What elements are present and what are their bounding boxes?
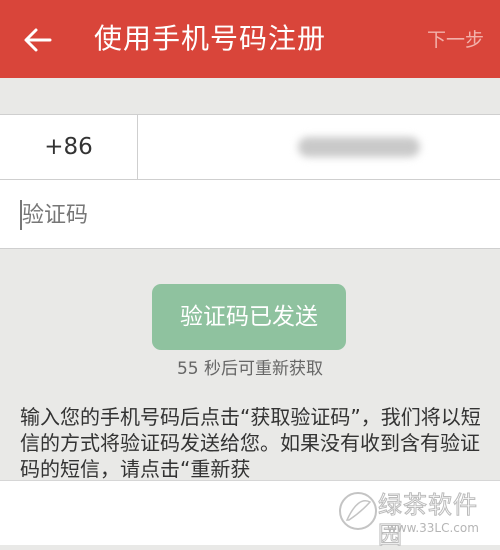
- country-code-selector[interactable]: +86: [0, 115, 138, 179]
- phone-input-row: +86: [0, 114, 500, 180]
- top-app-bar: 使用手机号码注册 下一步: [0, 0, 500, 78]
- verification-code-row: [0, 180, 500, 249]
- resend-countdown: 55 秒后可重新获取: [176, 359, 324, 379]
- phone-number-field[interactable]: [138, 115, 500, 179]
- code-sent-button[interactable]: 验证码已发送: [152, 284, 346, 350]
- watermark-logo-icon: [339, 492, 377, 530]
- page-title: 使用手机号码注册: [94, 22, 327, 55]
- watermark-site-name: 绿茶软件园: [378, 491, 478, 550]
- next-step-button[interactable]: 下一步: [427, 26, 484, 54]
- spacer: [0, 78, 500, 114]
- instructions-text: 输入您的手机号码后点击“获取验证码”，我们将以短信的方式将验证码发送给您。如果没…: [20, 405, 481, 480]
- back-arrow-icon[interactable]: [22, 24, 54, 56]
- verification-code-input[interactable]: [22, 193, 482, 237]
- blurred-phone-number: [298, 137, 420, 157]
- watermark-url: www.33LC.com: [387, 521, 479, 535]
